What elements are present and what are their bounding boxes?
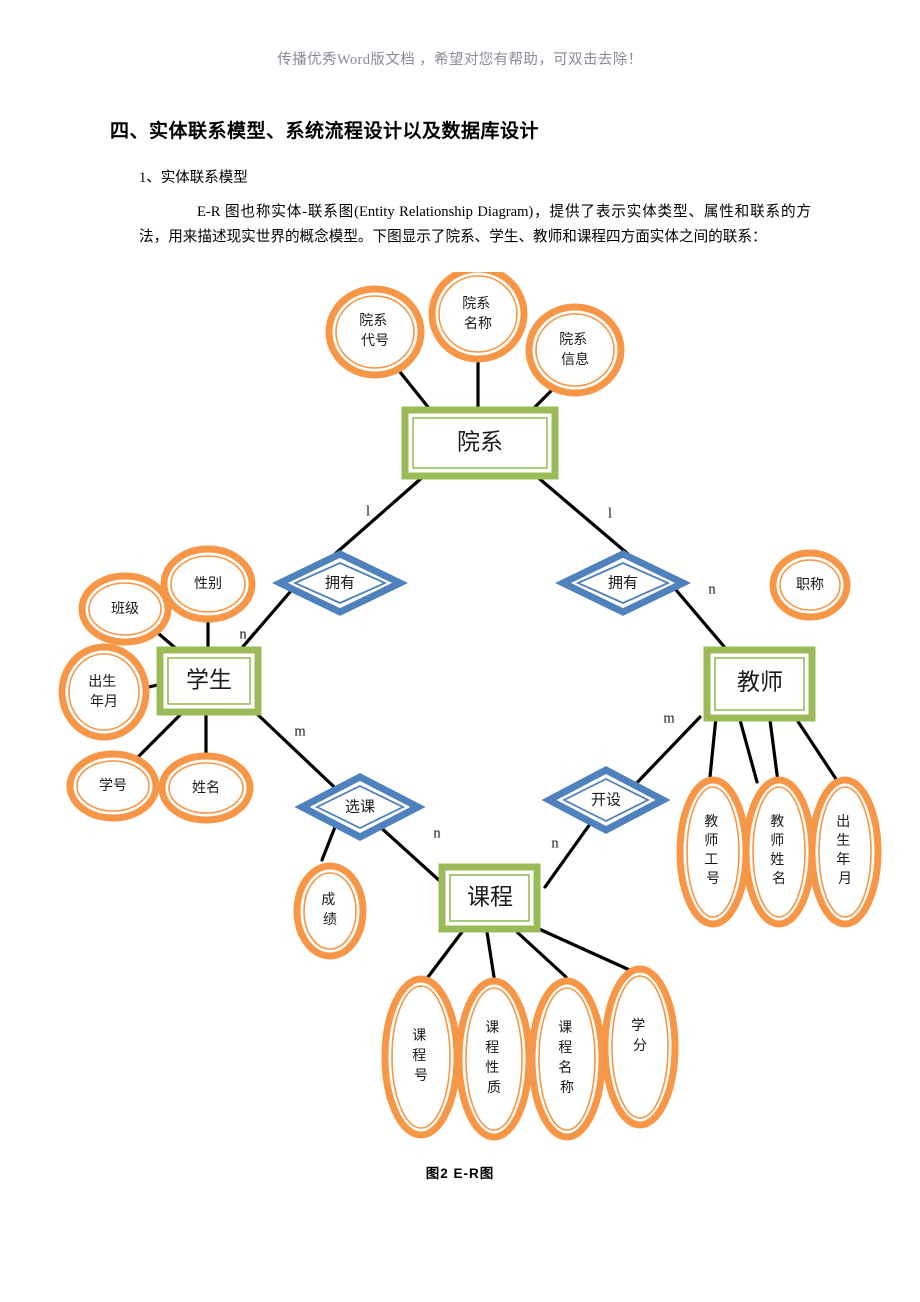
cardinality-student-own: n	[239, 626, 247, 642]
attribute-score: 成 绩	[293, 862, 367, 960]
relationship-offer: 开设	[541, 766, 671, 834]
cardinality-dept-own-right: l	[608, 505, 612, 521]
attribute-title-rank: 职称	[769, 549, 851, 621]
entity-student: 学生	[156, 646, 262, 716]
figure-caption: 图2 E-R图	[425, 1166, 495, 1181]
relationship-own-left: 拥有	[271, 550, 409, 616]
cardinality-dept-own-left: l	[366, 503, 370, 519]
svg-text:学号: 学号	[99, 778, 127, 794]
document-page: 传播优秀Word版文档 ，希望对您有帮助，可双击去除！ 四、实体联系模型、系统流…	[0, 0, 920, 1302]
attribute-dept-info: 院系 信息	[525, 303, 625, 397]
attribute-birth-teacher: 出 生 年 月	[808, 776, 882, 928]
attribute-course-name: 课 程 名 称	[528, 977, 606, 1141]
cardinality-teacher-offer: m	[663, 710, 675, 726]
body-paragraph: E-R 图也称实体-联系图(Entity Relationship Diagra…	[139, 204, 811, 245]
attribute-dept-code: 院系 代号	[325, 285, 425, 379]
section-heading: 1、实体联系模型	[139, 170, 248, 186]
watermark-text: 传播优秀Word版文档 ，希望对您有帮助，可双击去除！	[277, 52, 643, 68]
attribute-teacher-name: 教 师 姓 名	[742, 776, 816, 928]
svg-text:性别: 性别	[194, 576, 222, 592]
attribute-student-name: 姓名	[158, 752, 254, 824]
page-title: 四、实体联系模型、系统流程设计以及数据库设计	[110, 121, 540, 142]
entity-teacher: 教师	[703, 646, 816, 722]
svg-text:拥有: 拥有	[325, 574, 355, 591]
attribute-gender: 性别	[160, 545, 256, 623]
relationship-select: 选课	[294, 773, 426, 841]
entity-course: 课程	[438, 863, 541, 933]
svg-text:教师: 教师	[737, 669, 783, 694]
er-diagram: 院系 代号 院系 名称 院系 信息 班级 性别 出生 年月 学号 姓名 职称 教…	[0, 272, 920, 1162]
attribute-birth-student: 出生 年月	[58, 643, 150, 741]
svg-text:开设: 开设	[591, 791, 621, 808]
attribute-dept-name: 院系 名称	[428, 272, 528, 363]
cardinality-course-select: n	[433, 825, 441, 841]
attr-line: 院系	[359, 313, 387, 329]
svg-text:姓名: 姓名	[192, 780, 220, 796]
attribute-class: 班级	[78, 572, 172, 646]
cardinality-teacher-own: n	[708, 581, 716, 597]
attribute-course-no: 课 程 号	[381, 975, 461, 1139]
svg-text:选课: 选课	[345, 798, 375, 815]
svg-text:课程: 课程	[467, 884, 513, 909]
svg-text:班级: 班级	[111, 601, 139, 617]
cardinality-course-offer: n	[551, 835, 559, 851]
svg-text:学生: 学生	[186, 667, 232, 692]
attribute-course-type: 课 程 性 质	[455, 977, 533, 1141]
attribute-student-no: 学号	[66, 750, 160, 822]
svg-text:职称: 职称	[796, 577, 824, 593]
attribute-teacher-no: 教 师 工 号	[676, 776, 750, 928]
cardinality-student-select: m	[294, 723, 306, 739]
svg-text:拥有: 拥有	[608, 574, 638, 591]
svg-text:课 程 号: 课 程 号	[412, 1028, 430, 1084]
attribute-credit: 学 分	[601, 965, 679, 1129]
entity-dept: 院系	[401, 406, 559, 480]
svg-text:院系: 院系	[457, 429, 503, 454]
relationship-own-right: 拥有	[554, 550, 692, 616]
